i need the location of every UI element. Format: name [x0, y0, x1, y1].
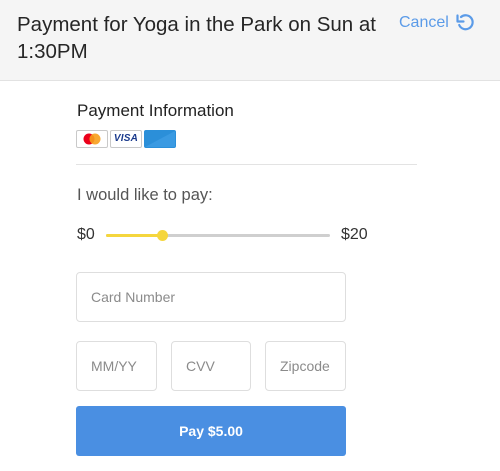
amex-icon [144, 130, 176, 148]
expiry-input[interactable] [76, 341, 157, 391]
pay-button[interactable]: Pay $5.00 [76, 406, 346, 456]
cvv-input[interactable] [171, 341, 251, 391]
undo-icon [456, 14, 474, 31]
mastercard-icon [76, 130, 108, 148]
card-icons: VISA [76, 130, 176, 148]
slider-min-label: $0 [77, 226, 95, 243]
visa-icon: VISA [110, 130, 142, 148]
slider-thumb[interactable] [157, 230, 168, 241]
amount-slider[interactable] [106, 230, 330, 241]
zipcode-input[interactable] [265, 341, 346, 391]
slider-max-label: $20 [341, 226, 368, 243]
card-number-input[interactable] [76, 272, 346, 322]
divider [76, 164, 417, 165]
slider-fill [106, 234, 162, 237]
amount-prompt: I would like to pay: [77, 186, 213, 204]
header: Payment for Yoga in the Park on Sun at 1… [0, 0, 500, 81]
payment-info-heading: Payment Information [77, 101, 234, 120]
cancel-label: Cancel [399, 14, 449, 31]
page-title: Payment for Yoga in the Park on Sun at 1… [17, 13, 376, 63]
cancel-button[interactable]: Cancel [399, 13, 475, 33]
